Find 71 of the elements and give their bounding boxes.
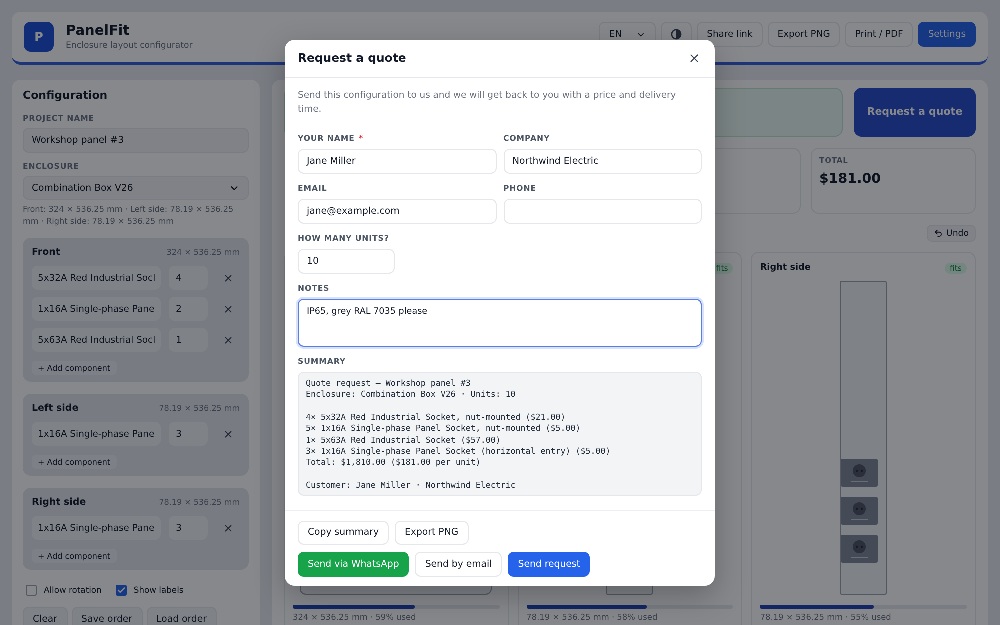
component-select[interactable]: 1x16A Single-phase Pane	[32, 422, 161, 446]
checkbox[interactable]	[116, 584, 127, 596]
text-input[interactable]: jane@example.com	[298, 198, 496, 224]
usage-caption: 324 × 536.25 mm · 59% used	[293, 612, 418, 623]
section-title: Front	[32, 246, 60, 258]
required-mark: *	[358, 134, 364, 144]
undo-icon	[934, 229, 943, 238]
sidebar-title: Configuration	[23, 89, 109, 103]
send-button[interactable]: Send by email	[415, 552, 502, 576]
toolbar-button[interactable]: Export PNG	[768, 22, 840, 47]
dialog-title: Request a quote	[298, 51, 406, 65]
sidebar-button[interactable]: Clear	[23, 607, 68, 625]
sidebar-button[interactable]: Save order	[72, 607, 143, 625]
section-size: 324 × 536.25 mm	[166, 248, 240, 256]
app-subtitle: Enclosure layout configurator	[66, 40, 193, 52]
socket-icon	[841, 535, 878, 563]
app-title: PanelFit	[66, 22, 131, 38]
component-select[interactable]: 1x16A Single-phase Pane	[32, 516, 161, 540]
close-icon	[222, 334, 234, 346]
add-component-button[interactable]: + Add component	[32, 549, 117, 563]
text-input[interactable]: Northwind Electric	[504, 148, 702, 174]
checkbox-label: Show labels	[134, 585, 184, 595]
sidebar-button[interactable]: Load order	[146, 607, 217, 625]
section-size: 78.19 × 536.25 mm	[159, 404, 240, 412]
notes-textarea[interactable]: IP65, grey RAL 7035 please	[298, 298, 702, 346]
dialog-intro: Send this configuration to us and we will get back to you with a price and delivery time.	[298, 88, 678, 116]
send-button[interactable]: Send via WhatsApp	[298, 552, 410, 576]
logo-icon: P	[24, 22, 54, 52]
usage-caption: 78.19 × 536.25 mm · 58% used	[526, 612, 659, 623]
summary-text: Quote request — Workshop panel #3 Enclosure: Combination Box V26 · Units: 10 4× 5x32A Red Industrial Socket, nut-mounted ($21.00) 5× 1x16A Single-phase Panel Socket, nut-mounted ($5.00) 1× 5x63A Red Industrial Socket ($57.00) 3× 1x16A Single-phase Panel Socket (horizontal entry) ($5.00) Total: $1,810.00 ($181.00 per unit) Customer: Jane Miller · Northwind Electric	[298, 372, 702, 496]
section-title: Left side	[32, 402, 79, 414]
enclosure-select[interactable]: Combination Box V26	[23, 176, 249, 200]
undo-button[interactable]: Undo	[926, 225, 976, 242]
project-name-input[interactable]: Workshop panel #3	[23, 128, 249, 153]
section-title: Right side	[32, 496, 86, 508]
dialog-button[interactable]: Copy summary	[298, 520, 389, 544]
close-icon	[222, 428, 234, 440]
send-button[interactable]: Send request	[508, 552, 590, 576]
component-select[interactable]: 1x16A Single-phase Pane	[32, 297, 161, 321]
panel-title: Right side	[760, 263, 811, 273]
component-select[interactable]: 5x63A Red Industrial Socl	[32, 328, 161, 352]
section-size: 78.19 × 536.25 mm	[159, 498, 240, 506]
close-icon	[222, 522, 234, 534]
number-input[interactable]: 10	[298, 248, 395, 274]
text-input[interactable]: Jane Miller	[298, 148, 496, 174]
close-icon	[688, 52, 700, 64]
toolbar-button[interactable]: Print / PDF	[845, 22, 914, 47]
socket-icon	[841, 459, 878, 487]
quantity-input[interactable]: 3	[169, 516, 208, 540]
check-icon	[116, 586, 126, 594]
quantity-input[interactable]: 2	[169, 297, 208, 321]
dialog-button[interactable]: Export PNG	[395, 520, 469, 544]
add-component-button[interactable]: + Add component	[32, 455, 117, 469]
usage-caption: 78.19 × 536.25 mm · 55% used	[760, 612, 892, 623]
checkbox-label: Allow rotation	[44, 585, 102, 595]
toolbar-button[interactable]: Share link	[697, 22, 763, 47]
component-select[interactable]: 5x32A Red Industrial Socl	[32, 266, 161, 290]
request-quote-button[interactable]: Request a quote	[854, 88, 976, 137]
add-component-button[interactable]: + Add component	[32, 361, 117, 375]
toolbar-button[interactable]: Settings	[918, 22, 976, 47]
quantity-input[interactable]: 3	[169, 422, 208, 446]
close-icon	[222, 304, 234, 314]
quantity-input[interactable]: 4	[169, 266, 208, 290]
checkbox[interactable]	[26, 584, 37, 596]
half-circle-icon	[671, 29, 682, 40]
stat-value: $181.00	[820, 170, 882, 188]
dimensions-note: Front: 324 × 536.25 mm · Left side: 78.19 × 536.25 mm · Right side: 78.19 × 536.25 mm	[23, 203, 235, 227]
quantity-input[interactable]: 1	[169, 328, 208, 352]
text-input[interactable]	[504, 198, 702, 224]
close-icon	[222, 272, 234, 284]
socket-icon	[841, 497, 878, 525]
